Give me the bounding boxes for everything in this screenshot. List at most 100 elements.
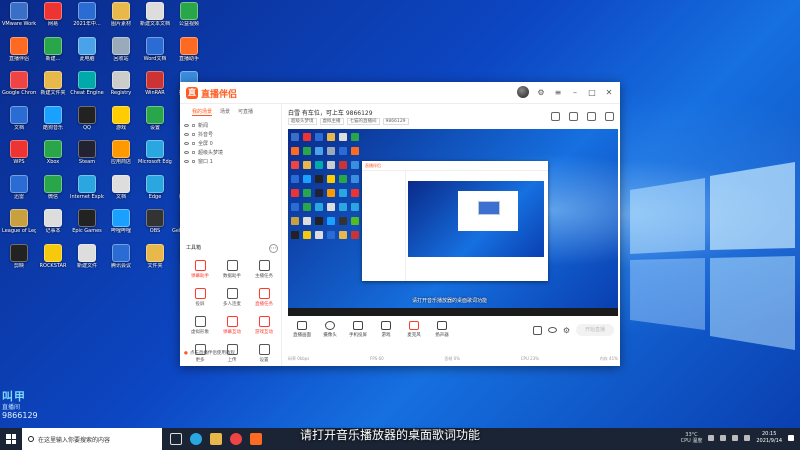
- desktop-icon[interactable]: QQ: [70, 105, 104, 142]
- scene-item[interactable]: 全屏 0: [184, 139, 281, 148]
- go-live-button[interactable]: 开始直播: [576, 324, 614, 336]
- desktop-icon[interactable]: Microsoft Edge: [138, 140, 172, 176]
- tool-item[interactable]: 弹幕互动: [216, 316, 248, 340]
- desktop-icon[interactable]: 新建文本文档: [138, 2, 172, 38]
- gift-icon[interactable]: [551, 112, 560, 121]
- desktop-icon[interactable]: 此电脑: [70, 36, 104, 73]
- chevron-up-icon[interactable]: [708, 435, 715, 441]
- control-screen[interactable]: 直播画面: [288, 321, 316, 338]
- control-speaker[interactable]: 扬声器: [428, 321, 456, 338]
- tool-item[interactable]: 游戏互动: [248, 316, 280, 340]
- notification-icon[interactable]: [788, 435, 794, 441]
- minimize-icon[interactable]: –: [570, 88, 580, 97]
- settings-icon[interactable]: ⚙: [536, 88, 546, 97]
- lock-icon[interactable]: [192, 133, 195, 136]
- desktop-icon[interactable]: 酷狗音乐: [36, 105, 70, 142]
- desktop-icon[interactable]: Registry: [104, 71, 138, 107]
- live-preview[interactable]: 直播伴侣 请打开音乐播放器的桌面歌词功能: [288, 129, 618, 316]
- task-view-icon[interactable]: [170, 433, 182, 445]
- desktop-icon[interactable]: OBS: [138, 209, 172, 245]
- scene-item[interactable]: 新闻: [184, 121, 281, 130]
- desktop-icon[interactable]: 迅雷: [2, 174, 36, 211]
- desktop-icon[interactable]: Cheat Engine: [70, 71, 104, 107]
- file-explorer-icon[interactable]: [210, 433, 222, 445]
- more-icon[interactable]: ⋯: [269, 244, 278, 253]
- tool-item[interactable]: 数据助手: [216, 260, 248, 284]
- clock[interactable]: 20:15 2021/9/14: [756, 431, 782, 445]
- desktop-icon[interactable]: 新建文件: [70, 243, 104, 280]
- maximize-icon[interactable]: □: [587, 88, 597, 97]
- tool-item[interactable]: 直播任务: [248, 288, 280, 312]
- avatar[interactable]: [517, 86, 529, 98]
- control-camera[interactable]: 摄像头: [316, 321, 344, 338]
- tool-item[interactable]: 设置: [248, 344, 280, 368]
- desktop-icon[interactable]: 直播助手: [172, 36, 206, 73]
- eye-icon[interactable]: [184, 124, 189, 127]
- desktop-icon[interactable]: Internet Explorer: [70, 174, 104, 211]
- tool-item[interactable]: 虚拟形象: [184, 316, 216, 340]
- lock-icon[interactable]: [192, 124, 195, 127]
- tool-item[interactable]: 弹幕助手: [184, 260, 216, 284]
- tutorial-link[interactable]: ● 点击直播伴侣使用教程: [184, 350, 235, 357]
- scene-item[interactable]: 超级头梦境: [184, 148, 281, 157]
- start-button[interactable]: [0, 428, 22, 450]
- share-icon[interactable]: [587, 112, 596, 121]
- taskbar-search[interactable]: 在这里输入你要搜索的内容: [22, 428, 162, 450]
- room-chip[interactable]: 9866129: [382, 118, 409, 125]
- desktop-icon[interactable]: 哔哩哔哩: [104, 209, 138, 245]
- lock-icon[interactable]: [192, 160, 195, 163]
- edge-icon[interactable]: [190, 433, 202, 445]
- settings-icon[interactable]: [605, 112, 614, 121]
- desktop-icon[interactable]: WinRAR: [138, 71, 172, 107]
- tab-live[interactable]: 可直播: [238, 108, 253, 116]
- scene-item[interactable]: 窗口 1: [184, 157, 281, 166]
- eye-icon[interactable]: [184, 133, 189, 136]
- room-chip[interactable]: 虚拟主播: [319, 118, 344, 125]
- menu-icon[interactable]: ≡: [553, 88, 563, 97]
- desktop-icon[interactable]: 应用商店: [104, 140, 138, 176]
- tool-item[interactable]: 上传: [216, 344, 248, 368]
- chrome-icon[interactable]: [230, 433, 242, 445]
- eye-icon[interactable]: [184, 160, 189, 163]
- desktop-icon[interactable]: 新建...: [36, 36, 70, 73]
- desktop-icon[interactable]: Edge: [138, 174, 172, 211]
- desktop-icon[interactable]: 网易: [36, 2, 70, 38]
- close-icon[interactable]: ✕: [604, 88, 614, 97]
- tab-my-scenes[interactable]: 我的场景: [192, 108, 213, 116]
- control-phone-cast[interactable]: 手机投屏: [344, 321, 372, 338]
- desktop-icon[interactable]: 记事本: [36, 209, 70, 245]
- tool-item[interactable]: 投屏: [184, 288, 216, 312]
- grid-icon[interactable]: [569, 112, 578, 121]
- desktop-icon[interactable]: 2021年中...: [70, 2, 104, 38]
- desktop-icon[interactable]: WPS: [2, 140, 36, 176]
- lock-icon[interactable]: [192, 151, 195, 154]
- lock-icon[interactable]: [192, 142, 195, 145]
- desktop-icon[interactable]: 腾讯会议: [104, 243, 138, 280]
- scene-item[interactable]: 抖音号: [184, 130, 281, 139]
- desktop-icon[interactable]: VMware Workstation: [2, 2, 36, 38]
- volume-icon[interactable]: [732, 435, 739, 441]
- network-icon[interactable]: [720, 435, 727, 441]
- desktop-icon[interactable]: 剪映: [2, 243, 36, 280]
- tool-item[interactable]: 更多: [184, 344, 216, 368]
- tool-item[interactable]: 主播任务: [248, 260, 280, 284]
- ime-icon[interactable]: [744, 435, 751, 441]
- eye-icon[interactable]: [547, 327, 557, 333]
- live-companion-icon[interactable]: [250, 433, 262, 445]
- desktop-icon[interactable]: 文档: [2, 105, 36, 142]
- desktop-icon[interactable]: 图片素材: [104, 2, 138, 38]
- desktop-icon[interactable]: Epic Games: [70, 209, 104, 245]
- desktop-icon[interactable]: 文件夹: [138, 243, 172, 280]
- desktop-icon[interactable]: 回收站: [104, 36, 138, 73]
- desktop-icon[interactable]: Xbox: [36, 140, 70, 176]
- tool-item[interactable]: 多人连麦: [216, 288, 248, 312]
- desktop-icon[interactable]: ROCKSTAR: [36, 243, 70, 280]
- desktop-icon[interactable]: 公益视频: [172, 2, 206, 38]
- record-icon[interactable]: [532, 325, 542, 335]
- weather[interactable]: 33°C CPU 温度: [681, 432, 703, 444]
- desktop-icon[interactable]: 直播伴侣: [2, 36, 36, 73]
- room-chip[interactable]: 超级头梦境: [288, 118, 317, 125]
- desktop-icon[interactable]: 设置: [138, 105, 172, 142]
- desktop-icon[interactable]: Google Chrome: [2, 71, 36, 107]
- eye-icon[interactable]: [184, 151, 189, 154]
